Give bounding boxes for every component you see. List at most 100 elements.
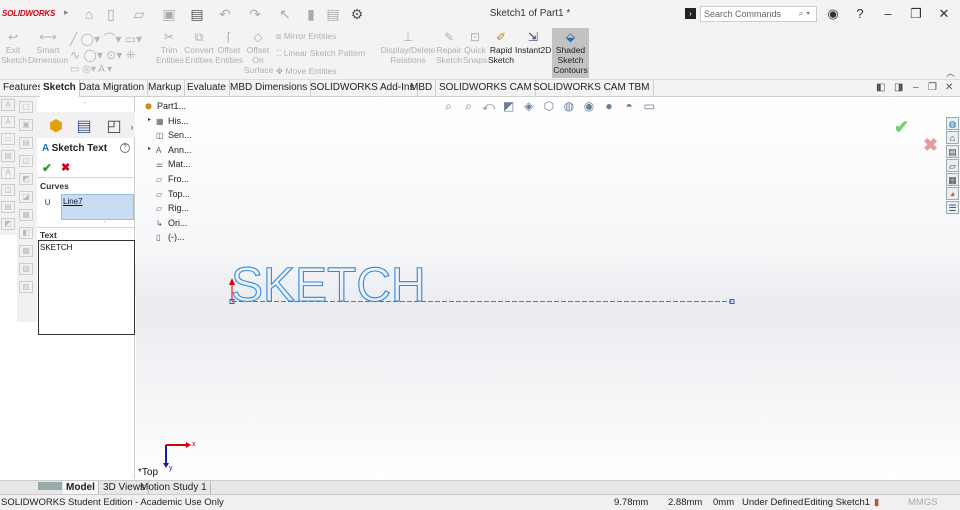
open-folder-icon[interactable]: ▱ bbox=[130, 5, 148, 23]
expand-arrow-icon[interactable]: ▸ bbox=[148, 145, 151, 152]
home-icon[interactable]: ⌂ bbox=[80, 5, 98, 23]
solidworks-logo[interactable]: SOLIDWORKS bbox=[2, 9, 55, 18]
units-selector[interactable]: MMGS bbox=[908, 497, 938, 508]
tile-horizontal-icon[interactable]: ◧ bbox=[876, 82, 885, 93]
sketch-tool-icon[interactable]: A bbox=[1, 99, 15, 111]
options-gear-icon[interactable]: ⚙ bbox=[348, 5, 366, 23]
search-icon[interactable]: ⌕ ▾ bbox=[799, 8, 810, 19]
tree-item-top-plane[interactable]: ▱ Top... bbox=[144, 189, 192, 204]
resize-handle-icon[interactable]: ⁃ bbox=[103, 219, 106, 226]
exit-sketch-button[interactable]: ↩ Exit Sketch bbox=[1, 31, 27, 66]
tree-item-sketch[interactable]: ▯ (-)... bbox=[144, 232, 192, 247]
tab-solidworks-cam-tbm[interactable]: SOLIDWORKS CAM TBM bbox=[530, 80, 654, 97]
tab-evaluate[interactable]: Evaluate bbox=[184, 80, 230, 97]
edit-appearance-icon[interactable]: ● bbox=[601, 99, 618, 113]
rebuild-icon[interactable]: ▮ bbox=[302, 5, 320, 23]
confirmation-cancel-icon[interactable]: ✖ bbox=[923, 135, 938, 156]
doc-minimize-icon[interactable]: – bbox=[913, 82, 919, 93]
offset-on-surface-button[interactable]: ◇ Offset On Surface bbox=[244, 31, 273, 76]
sketch-entities-icons-row3[interactable]: ▭ ◎▾ A ▾ bbox=[70, 64, 112, 75]
view-settings-icon[interactable]: ▭ bbox=[641, 99, 658, 113]
sketch-tool-icon[interactable]: ◩ bbox=[1, 218, 15, 230]
sketch-tool-icon[interactable]: ▤ bbox=[1, 150, 15, 162]
apply-scene-icon[interactable]: ◓ bbox=[621, 99, 638, 113]
search-commands-input[interactable]: Search Commands ⌕ ▾ bbox=[700, 6, 817, 22]
sketch-tool-icon[interactable]: A bbox=[1, 167, 15, 179]
hide-show-items-icon[interactable]: ◉ bbox=[580, 99, 597, 113]
tool-icon[interactable]: ▣ bbox=[19, 119, 33, 131]
tree-item-origin[interactable]: ↳ Ori... bbox=[144, 218, 192, 233]
collapse-ribbon-icon[interactable]: ︿ bbox=[946, 66, 955, 79]
tab-solidworks-add-ins[interactable]: SOLIDWORKS Add-Ins bbox=[307, 80, 419, 97]
tool-icon[interactable]: ▤ bbox=[19, 137, 33, 149]
quick-snaps-button[interactable]: ⊡ Quick Snaps bbox=[463, 31, 487, 66]
view-palette-icon[interactable]: ▦ bbox=[946, 173, 959, 186]
display-delete-relations-button[interactable]: ⊥ Display/Delete Relations bbox=[380, 31, 436, 66]
sketch-tool-icon[interactable]: A bbox=[1, 116, 15, 128]
view-orientation-icon[interactable]: ⬡ bbox=[540, 99, 557, 113]
tool-icon[interactable]: ▦ bbox=[19, 209, 33, 221]
print-icon[interactable]: ▤ bbox=[188, 5, 206, 23]
tree-item-annotations[interactable]: ▸ A Ann... bbox=[144, 145, 192, 160]
panel-grip-icon[interactable]: ⁃ bbox=[83, 100, 86, 107]
tool-icon[interactable]: ◫ bbox=[19, 155, 33, 167]
zoom-to-area-icon[interactable]: ⌕ bbox=[460, 99, 477, 114]
redo-icon[interactable]: ↷ bbox=[246, 5, 264, 23]
tool-icon[interactable]: ◩ bbox=[19, 173, 33, 185]
tree-item-sensors[interactable]: ◫ Sen... bbox=[144, 130, 192, 145]
move-entities-button[interactable]: ✥ Move Entities bbox=[276, 66, 337, 76]
undo-icon[interactable]: ↶ bbox=[216, 5, 234, 23]
tile-vertical-icon[interactable]: ◨ bbox=[894, 82, 903, 93]
appearances-icon[interactable]: ◕ bbox=[946, 187, 959, 200]
tool-icon[interactable]: ▨ bbox=[19, 281, 33, 293]
repair-sketch-button[interactable]: ✎ Repair Sketch bbox=[436, 31, 462, 66]
home-icon[interactable]: ⌂ bbox=[946, 131, 959, 144]
tool-icon[interactable]: ▩ bbox=[19, 245, 33, 257]
dynamic-annotation-icon[interactable]: ◈ bbox=[520, 99, 537, 113]
mirror-entities-button[interactable]: ⧈ Mirror Entities bbox=[276, 31, 336, 41]
feature-manager-tab-icon[interactable]: ⬢ bbox=[45, 116, 67, 138]
convert-entities-button[interactable]: ⧉ Convert Entities bbox=[184, 31, 214, 66]
custom-properties-icon[interactable]: ☰ bbox=[946, 201, 959, 214]
display-style-icon[interactable]: ◍ bbox=[560, 99, 577, 113]
tab-motion-study-1[interactable]: Motion Study 1 bbox=[137, 481, 211, 494]
user-account-icon[interactable]: ◉ bbox=[824, 5, 842, 23]
doc-close-icon[interactable]: ✕ bbox=[945, 82, 953, 93]
rebuild-status-icon[interactable]: ▮ bbox=[874, 497, 879, 508]
trim-entities-button[interactable]: ✂ Trim Entities bbox=[156, 31, 184, 66]
sketch-entities-icons-row2[interactable]: ∿ ◯▾ ⊙▾ ⁜ bbox=[70, 48, 136, 62]
section-view-icon[interactable]: ◩ bbox=[500, 99, 517, 113]
tab-sketch[interactable]: Sketch bbox=[40, 80, 80, 97]
graphics-area[interactable]: SKETCH x y ⬢ Part1... ▸ ▦ His... ◫ Sen... ▸… bbox=[136, 97, 960, 480]
sketch-text-outline[interactable]: SKETCH bbox=[230, 258, 426, 312]
curves-selection-box[interactable]: Line7 bbox=[61, 194, 134, 220]
sketch-canvas[interactable]: SKETCH x y bbox=[136, 97, 960, 480]
solidworks-resources-icon[interactable]: ◍ bbox=[946, 117, 959, 130]
save-icon[interactable]: ▣ bbox=[160, 5, 178, 23]
tool-icon[interactable]: ◧ bbox=[19, 227, 33, 239]
select-arrow-icon[interactable]: ↖ bbox=[276, 5, 294, 23]
tab-solidworks-cam[interactable]: SOLIDWORKS CAM bbox=[436, 80, 536, 97]
linear-sketch-pattern-button[interactable]: ⁚⁚ Linear Sketch Pattern bbox=[276, 48, 366, 58]
tool-icon[interactable]: ◪ bbox=[19, 191, 33, 203]
previous-view-icon[interactable]: ⤺ bbox=[480, 99, 497, 114]
tab-data-migration[interactable]: Data Migration bbox=[76, 80, 149, 97]
tree-root[interactable]: ⬢ Part1... bbox=[144, 101, 192, 116]
cancel-x-icon[interactable]: ✖ bbox=[61, 161, 70, 174]
new-document-icon[interactable]: ▯ bbox=[102, 5, 120, 23]
tab-scroll-arrows[interactable] bbox=[38, 482, 62, 490]
sketch-entities-icons[interactable]: ╱ ◯▾ ⌒▾ ▭▾ bbox=[70, 30, 142, 47]
offset-entities-button[interactable]: ⌈ Offset Entities bbox=[214, 31, 244, 66]
help-icon[interactable]: ? bbox=[120, 143, 130, 153]
rapid-sketch-button[interactable]: ✐ Rapid Sketch bbox=[487, 31, 515, 66]
tab-markup[interactable]: Markup bbox=[145, 80, 186, 97]
menu-expand-arrow-icon[interactable]: ▸ bbox=[64, 7, 69, 18]
tab-mbd-dimensions[interactable]: MBD Dimensions bbox=[227, 80, 312, 97]
zoom-to-fit-icon[interactable]: ⌕ bbox=[440, 99, 457, 114]
tab-model[interactable]: Model bbox=[63, 481, 99, 494]
tool-icon[interactable]: ▧ bbox=[19, 263, 33, 275]
shaded-sketch-contours-button[interactable]: ⬙ Shaded Sketch Contours bbox=[552, 28, 589, 78]
tree-item-right-plane[interactable]: ▱ Rig... bbox=[144, 203, 192, 218]
file-explorer-icon[interactable]: ▱ bbox=[946, 159, 959, 172]
tree-item-material[interactable]: ⚌ Mat... bbox=[144, 159, 192, 174]
